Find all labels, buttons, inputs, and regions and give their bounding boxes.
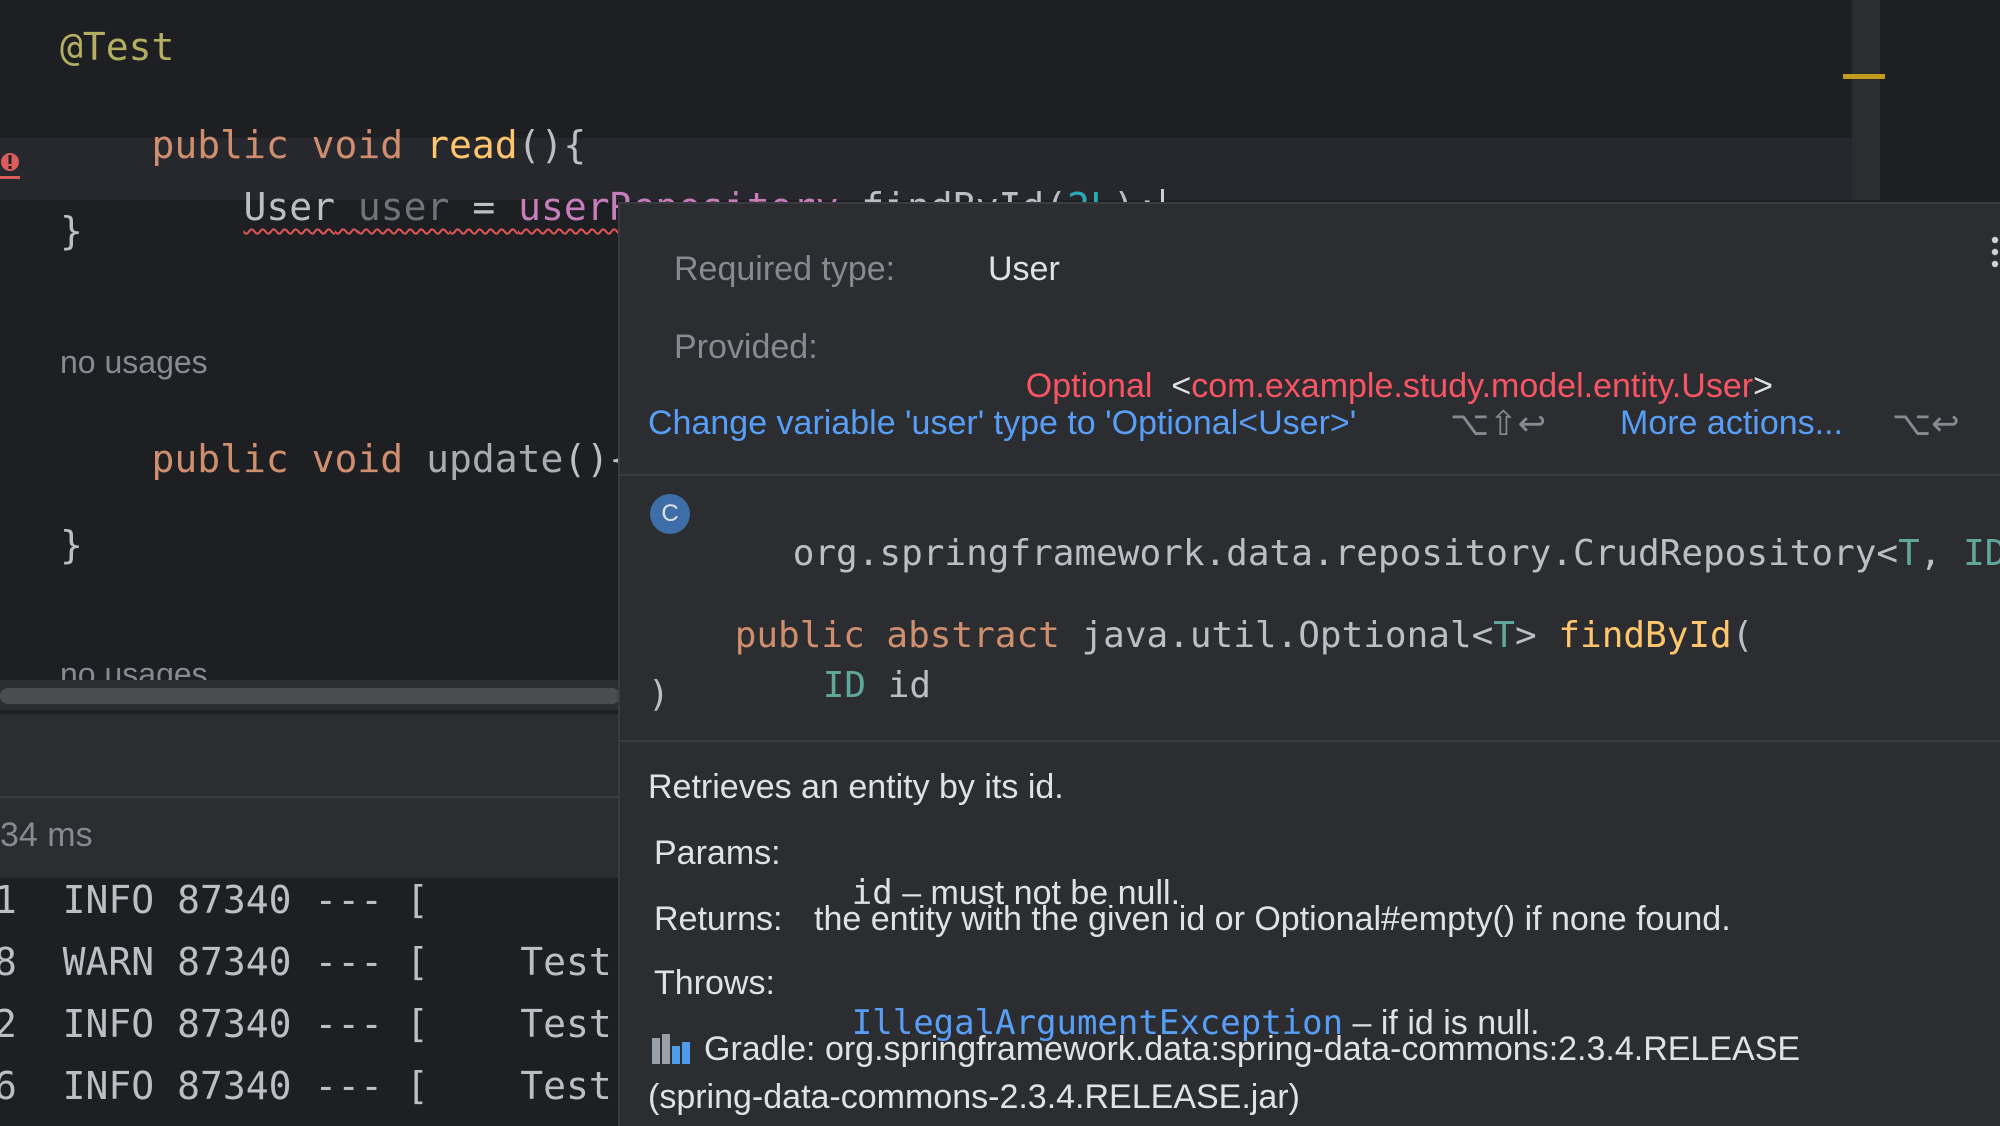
usages-hint-2[interactable]: no usages [60, 656, 208, 680]
annotation-test: @Test [60, 25, 175, 69]
signature-close: ) [648, 674, 670, 715]
params-label: Params: [654, 834, 781, 872]
right-tool-strip [1878, 0, 2000, 200]
library-icon [650, 1032, 694, 1068]
more-actions-shortcut: ⌥↩ [1892, 405, 1960, 443]
error-documentation-popup[interactable]: Required type: User Provided: Optional <… [618, 202, 2000, 1126]
returns-label: Returns: [654, 900, 783, 938]
method-name-update[interactable]: update [426, 437, 563, 481]
horizontal-scrollbar-thumb[interactable] [0, 688, 620, 704]
variable-user[interactable]: user [358, 185, 450, 229]
keyword: public void [151, 437, 427, 481]
test-duration: 34 ms [0, 816, 93, 854]
type-user[interactable]: User [244, 185, 336, 229]
returns-value: the entity with the given id or Optional… [814, 900, 1731, 938]
usages-hint[interactable]: no usages [60, 344, 208, 381]
warning-stripe-marker[interactable] [1843, 74, 1885, 79]
close-brace-2: } [60, 523, 83, 567]
run-tool-window-header [0, 712, 620, 796]
console-output[interactable]: 1 INFO 87340 --- [ 8 WARN 87340 --- [ Te… [0, 878, 620, 1124]
library-source-line2[interactable]: (spring-data-commons-2.3.4.RELEASE.jar) [648, 1078, 1300, 1117]
popup-divider [620, 740, 2000, 742]
method-parameter: ID id [822, 665, 932, 706]
doc-summary: Retrieves an entity by its id. [648, 768, 1064, 806]
fix-shortcut: ⌥⇧↩ [1450, 405, 1547, 443]
required-type-value: User [988, 250, 1060, 288]
log-line: 6 INFO 87340 --- [ Test [0, 1064, 612, 1108]
library-source-line1[interactable]: Gradle: org.springframework.data:spring-… [704, 1030, 1800, 1069]
class-icon: C [650, 494, 690, 534]
change-variable-type-action[interactable]: Change variable 'user' type to 'Optional… [648, 404, 1356, 443]
editor-scrollbar[interactable] [1852, 0, 1878, 200]
error-marker-icon[interactable] [0, 148, 20, 184]
assign-op: = [449, 185, 519, 229]
run-tool-window-toolbar [0, 796, 620, 878]
log-line: 2 INFO 87340 --- [ Test [0, 1002, 612, 1046]
throws-label: Throws: [654, 964, 775, 1002]
method-update-declaration[interactable]: public void update(){ [60, 402, 632, 516]
log-line: 1 INFO 87340 --- [ [0, 878, 429, 922]
log-line: 8 WARN 87340 --- [ Test [0, 940, 612, 984]
popup-divider [620, 474, 2000, 476]
more-options-icon[interactable] [1990, 234, 2000, 274]
provided-label: Provided: [674, 328, 818, 366]
more-actions-link[interactable]: More actions... [1620, 404, 1843, 443]
required-type-label: Required type: [674, 250, 896, 288]
close-brace: } [60, 209, 83, 253]
